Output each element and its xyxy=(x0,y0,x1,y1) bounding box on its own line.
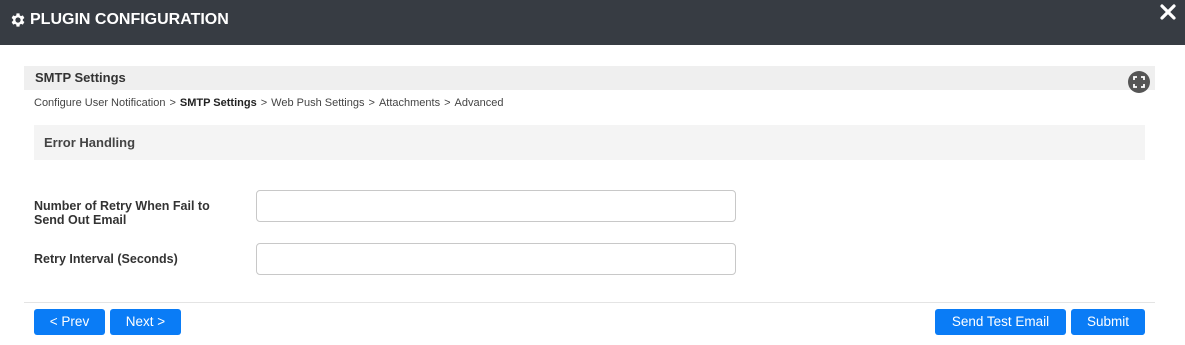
dialog-title: PLUGIN CONFIGURATION xyxy=(30,11,229,28)
breadcrumb-advanced[interactable]: Advanced xyxy=(455,97,504,109)
breadcrumb-separator: > xyxy=(169,97,176,109)
expand-icon[interactable] xyxy=(1128,71,1150,93)
subsection-title: Error Handling xyxy=(44,135,136,150)
retry-count-label-line1: Number of Retry When Fail to xyxy=(34,199,210,213)
breadcrumb-separator: > xyxy=(368,97,375,109)
section-title: SMTP Settings xyxy=(35,70,126,85)
send-test-email-button[interactable]: Send Test Email xyxy=(935,309,1066,335)
breadcrumb-separator: > xyxy=(444,97,451,109)
close-icon[interactable] xyxy=(1159,3,1177,21)
prev-button[interactable]: < Prev xyxy=(34,309,105,335)
retry-count-label: Number of Retry When Fail to Send Out Em… xyxy=(34,199,210,227)
retry-count-input[interactable] xyxy=(256,190,736,222)
breadcrumb-separator: > xyxy=(260,97,268,109)
breadcrumb-smtp-settings[interactable]: SMTP Settings xyxy=(180,97,257,109)
breadcrumb-attachments[interactable]: Attachments xyxy=(379,97,440,109)
next-button[interactable]: Next > xyxy=(110,309,181,335)
submit-button[interactable]: Submit xyxy=(1071,309,1145,335)
retry-interval-label: Retry Interval (Seconds) xyxy=(34,252,178,266)
gear-icon xyxy=(11,13,25,27)
breadcrumb-configure-user-notification[interactable]: Configure User Notification xyxy=(34,97,165,109)
section-header: SMTP Settings xyxy=(24,66,1155,90)
breadcrumb: Configure User Notification > SMTP Setting… xyxy=(34,97,503,109)
retry-interval-input[interactable] xyxy=(256,243,736,275)
retry-count-label-line2: Send Out Email xyxy=(34,213,127,227)
footer-divider xyxy=(24,302,1155,303)
dialog-titlebar: PLUGIN CONFIGURATION xyxy=(0,0,1185,45)
breadcrumb-web-push-settings[interactable]: Web Push Settings xyxy=(271,97,364,109)
error-handling-header: Error Handling xyxy=(34,125,1145,160)
